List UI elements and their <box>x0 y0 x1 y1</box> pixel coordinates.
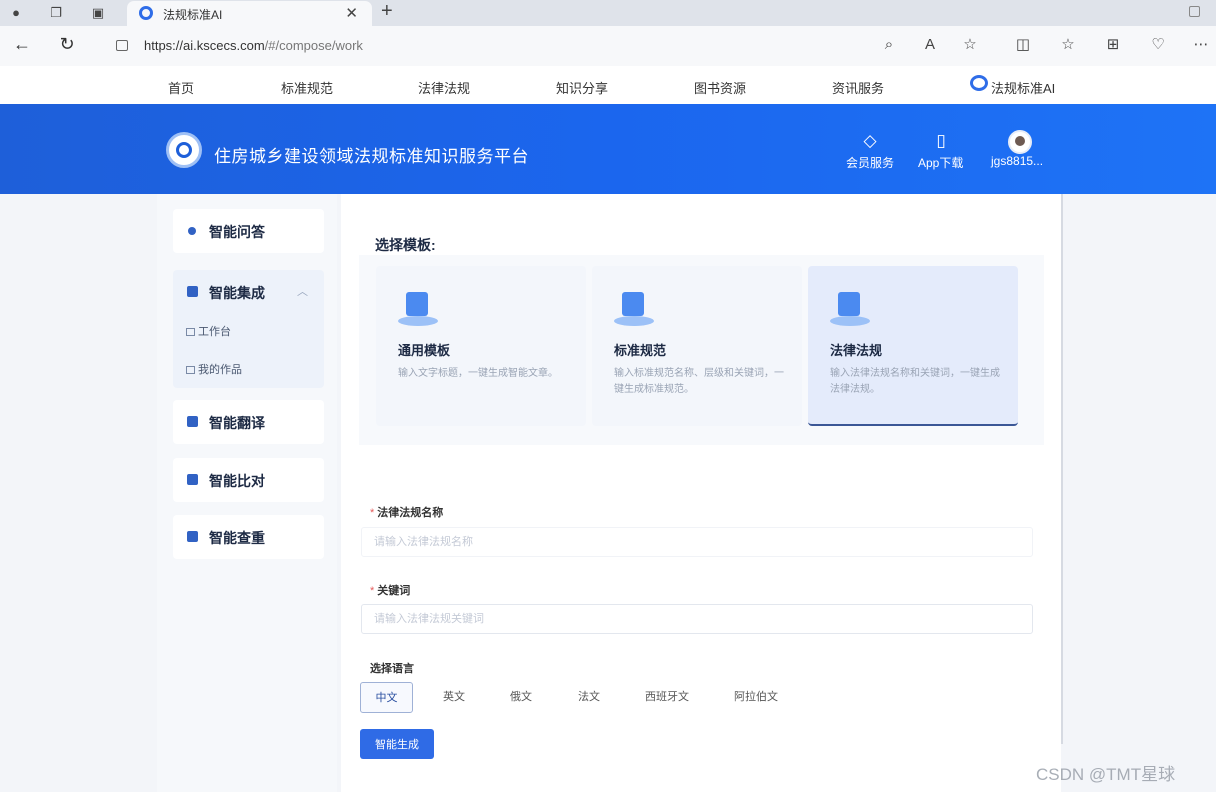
nav-item-knowledge[interactable]: 知识分享 <box>556 78 608 97</box>
profile-icon[interactable]: ● <box>7 4 25 22</box>
chat-icon <box>188 227 196 235</box>
language-option-spanish[interactable]: 西班牙文 <box>637 682 697 713</box>
more-menu-icon[interactable]: ⋯ <box>1191 35 1211 55</box>
zoom-icon[interactable]: ⌕ <box>879 35 899 55</box>
site-top-nav: 首页 标准规范 法律法规 知识分享 图书资源 资讯服务 法规标准AI <box>0 66 1216 104</box>
app-download-link[interactable]: App下载 <box>918 154 963 171</box>
language-option-english[interactable]: 英文 <box>430 682 478 713</box>
gavel-scale-icon <box>830 290 874 330</box>
workspaces-icon[interactable]: ❐ <box>47 4 65 22</box>
nav-item-books[interactable]: 图书资源 <box>694 78 746 97</box>
keyword-label: * 关键词 <box>370 585 411 597</box>
template-card-general[interactable]: 通用模板 输入文字标题，一键生成智能文章。 <box>376 266 586 426</box>
platform-logo[interactable] <box>166 132 202 168</box>
browser-tab[interactable]: 法规标准AI ✕ <box>127 1 372 26</box>
tab-favicon-icon <box>139 6 153 20</box>
tab-actions-icon[interactable]: ▣ <box>89 4 107 22</box>
nav-item-ai[interactable]: 法规标准AI <box>991 78 1055 97</box>
refresh-icon[interactable]: ↻ <box>56 34 78 55</box>
sidebar-item-qa[interactable]: 智能问答 <box>173 209 324 253</box>
generate-button[interactable]: 智能生成 <box>360 729 434 759</box>
monitor-icon <box>186 328 195 336</box>
keyword-input[interactable] <box>361 604 1033 634</box>
restore-window-icon[interactable] <box>1189 6 1200 17</box>
language-option-chinese[interactable]: 中文 <box>360 682 413 713</box>
compare-icon <box>187 474 198 485</box>
translate-icon <box>187 416 198 427</box>
template-name: 法律法规 <box>830 343 883 358</box>
browser-tab-strip: ● ❐ ▣ 法规标准AI ✕ + <box>0 0 1216 26</box>
sidebar-subitem-label: 工作台 <box>198 326 231 338</box>
pen-icon <box>187 286 198 297</box>
new-tab-icon[interactable]: + <box>381 0 393 23</box>
template-name: 通用模板 <box>398 343 451 358</box>
url-field[interactable]: https://ai.kscecs.com/#/compose/work <box>144 38 363 53</box>
url-host: https://ai.kscecs.com <box>144 38 265 53</box>
sidebar-item-label: 智能集成 <box>209 285 265 301</box>
sidebar-item-label: 智能比对 <box>209 473 265 489</box>
language-option-arabic[interactable]: 阿拉伯文 <box>722 682 790 713</box>
template-card-standards[interactable]: 标准规范 输入标准规范名称、层级和关键词，一键生成标准规范。 <box>592 266 802 426</box>
template-desc: 输入文字标题，一键生成智能文章。 <box>398 368 558 379</box>
collections-icon[interactable]: ⊞ <box>1103 35 1123 55</box>
nav-item-home[interactable]: 首页 <box>168 78 194 97</box>
law-name-input[interactable] <box>361 527 1033 557</box>
template-desc: 输入标准规范名称、层级和关键词，一键生成标准规范。 <box>614 368 784 395</box>
browser-essentials-icon[interactable]: ♡ <box>1148 35 1168 55</box>
language-option-french[interactable]: 法文 <box>565 682 613 713</box>
sidebar-subitem-label: 我的作品 <box>198 364 242 376</box>
sidebar-item-translate[interactable]: 智能翻译 <box>173 400 324 444</box>
duplicate-check-icon <box>187 531 198 542</box>
back-arrow-icon[interactable]: ← <box>11 34 33 55</box>
sidebar-item-label: 智能问答 <box>209 224 265 240</box>
sidebar-item-label: 智能查重 <box>209 530 265 546</box>
nav-item-standards[interactable]: 标准规范 <box>281 78 333 97</box>
tab-title: 法规标准AI <box>163 8 223 22</box>
sidebar-item-compare[interactable]: 智能比对 <box>173 458 324 502</box>
template-section-title: 选择模板: <box>375 237 436 253</box>
scrollbar[interactable] <box>1061 194 1063 744</box>
nav-item-laws[interactable]: 法律法规 <box>418 78 470 97</box>
diamond-icon[interactable]: ◇ <box>860 132 880 150</box>
document-stack-icon <box>398 290 442 330</box>
username[interactable]: jgs8815... <box>991 154 1043 168</box>
sidebar-item-dedup[interactable]: 智能查重 <box>173 515 324 559</box>
template-desc: 输入法律法规名称和关键词，一键生成法律法规。 <box>830 368 1000 395</box>
platform-banner: 住房城乡建设领域法规标准知识服务平台 ◇ 会员服务 ▯ App下载 jgs881… <box>0 104 1216 194</box>
watermark: CSDN @TMT星球 <box>1036 765 1176 784</box>
language-option-russian[interactable]: 俄文 <box>497 682 545 713</box>
lock-icon[interactable] <box>116 40 128 51</box>
split-screen-icon[interactable]: ◫ <box>1013 35 1033 55</box>
nav-item-news[interactable]: 资讯服务 <box>832 78 884 97</box>
building-icon <box>614 290 658 330</box>
sidebar-subitem-workbench[interactable]: 工作台 <box>186 323 231 339</box>
chevron-up-icon[interactable]: ︿ <box>297 283 308 299</box>
sidebar-subitem-works[interactable]: 我的作品 <box>186 361 242 377</box>
phone-icon[interactable]: ▯ <box>931 132 951 150</box>
url-path: /#/compose/work <box>264 38 363 53</box>
language-label: 选择语言 <box>370 663 414 675</box>
platform-title: 住房城乡建设领域法规标准知识服务平台 <box>214 147 529 166</box>
template-card-laws[interactable]: 法律法规 输入法律法规名称和关键词，一键生成法律法规。 <box>808 266 1018 426</box>
close-tab-icon[interactable]: ✕ <box>345 4 358 22</box>
favorite-star-icon[interactable]: ☆ <box>960 35 980 55</box>
sidebar-group-integration: 智能集成 ︿ 工作台 我的作品 <box>173 270 324 388</box>
avatar[interactable] <box>1008 130 1032 154</box>
membership-link[interactable]: 会员服务 <box>846 154 894 171</box>
address-bar-row: ← ↻ https://ai.kscecs.com/#/compose/work… <box>0 26 1216 66</box>
ai-logo-icon <box>970 75 988 91</box>
read-aloud-icon[interactable]: A <box>920 35 940 55</box>
sidebar-item-integration[interactable]: 智能集成 ︿ <box>173 270 324 314</box>
favorites-icon[interactable]: ☆ <box>1058 35 1078 55</box>
grid-icon <box>186 366 195 374</box>
law-name-label: * 法律法规名称 <box>370 507 444 519</box>
template-name: 标准规范 <box>614 343 667 358</box>
sidebar-item-label: 智能翻译 <box>209 415 265 431</box>
